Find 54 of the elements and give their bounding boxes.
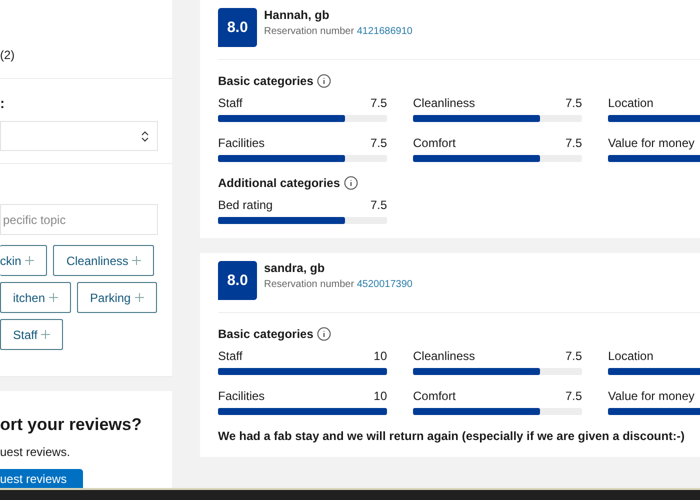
review-count: (2) <box>0 48 15 62</box>
category-label: Location <box>608 96 654 110</box>
topic-chip[interactable]: Parking <box>77 282 157 313</box>
category-label: Staff <box>218 96 242 110</box>
info-icon[interactable] <box>317 327 332 341</box>
category-label: Facilities <box>218 389 265 403</box>
category-score: 7.5 <box>370 136 387 150</box>
plus-icon <box>41 330 50 339</box>
section-title: Basic categories <box>218 327 314 341</box>
info-icon[interactable] <box>317 74 332 88</box>
category-label: Comfort <box>413 389 456 403</box>
section-title: Basic categories <box>218 74 314 88</box>
category-label: Bed rating <box>218 198 273 212</box>
chevron-up-down-icon <box>141 130 149 142</box>
category-label: Cleanliness <box>413 349 476 363</box>
import-text: uest reviews. <box>0 445 70 459</box>
category-label: Comfort <box>413 136 456 150</box>
category-score: 7.5 <box>565 389 582 403</box>
import-title: ort your reviews? <box>0 415 142 435</box>
category-score: 7.5 <box>370 96 387 110</box>
info-icon[interactable] <box>344 176 358 190</box>
request-reviews-button[interactable]: uest reviews <box>0 469 83 488</box>
plus-icon <box>49 293 58 302</box>
reviewer-name: sandra, gb <box>264 261 326 275</box>
score-badge: 8.0 <box>218 261 257 300</box>
category-score: 7.5 <box>565 96 582 110</box>
reservation-text: Reservation number 4121686910 <box>264 26 412 37</box>
reservation-link[interactable]: 4121686910 <box>356 26 412 37</box>
reservation-text: Reservation number 4520017390 <box>264 279 412 290</box>
category-score: 7.5 <box>370 198 387 212</box>
topic-search-field[interactable]: pecific topic <box>0 204 158 235</box>
plus-icon <box>25 256 34 265</box>
reservation-link[interactable]: 4520017390 <box>356 279 412 290</box>
category-label: Value for money <box>608 136 694 150</box>
category-label: Location <box>608 349 654 363</box>
sort-label: : <box>0 95 5 111</box>
plus-icon <box>134 293 144 302</box>
topic-chip[interactable]: ckin <box>0 245 48 276</box>
score-badge: 8.0 <box>218 8 257 47</box>
topic-chip[interactable]: Staff <box>0 319 64 350</box>
category-label: Staff <box>218 349 242 363</box>
category-score: 10 <box>374 389 387 403</box>
topic-chip[interactable]: itchen <box>0 282 72 313</box>
topic-chip[interactable]: Cleanliness <box>53 245 154 276</box>
section-title: Additional categories <box>218 176 340 190</box>
category-score: 7.5 <box>565 349 582 363</box>
plus-icon <box>132 256 142 265</box>
category-score: 7.5 <box>565 136 582 150</box>
category-label: Facilities <box>218 136 265 150</box>
category-label: Cleanliness <box>413 96 476 110</box>
category-score: 10 <box>374 349 387 363</box>
reviewer-name: Hannah, gb <box>264 8 330 22</box>
category-label: Value for money <box>608 389 694 403</box>
review-comment: We had a fab stay and we will return again (especially if we are given a discount:-) <box>218 429 686 443</box>
